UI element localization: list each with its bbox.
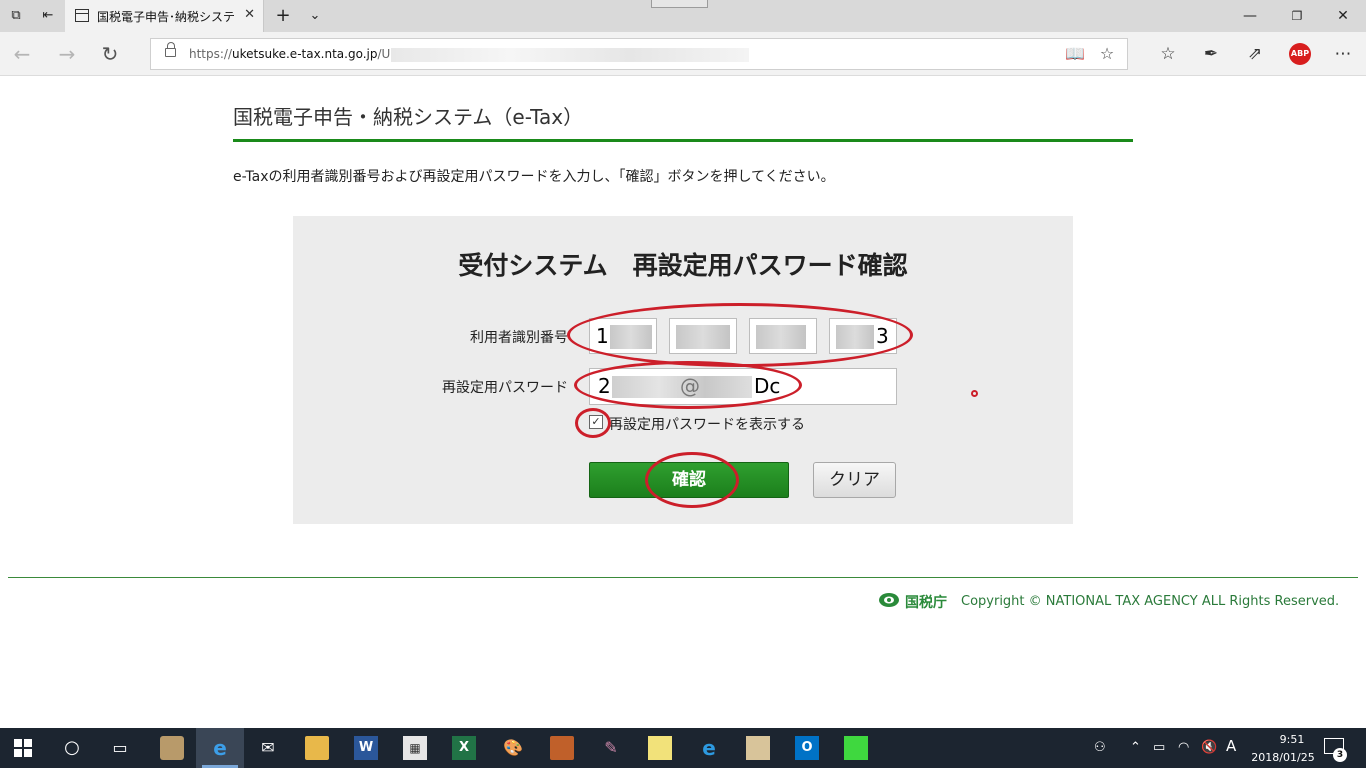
agency-name: 国税庁: [905, 595, 947, 611]
show-password-checkbox[interactable]: ✓: [589, 415, 603, 429]
user-id-field-2[interactable]: [669, 318, 737, 354]
store-icon[interactable]: ▦: [403, 736, 427, 760]
excel-icon[interactable]: X: [452, 736, 476, 760]
navigation-bar: ← → ↻ https://uketsuke.e-tax.nta.go.jp/U…: [0, 32, 1366, 76]
battery-icon[interactable]: ▭: [1153, 740, 1165, 755]
address-bar[interactable]: https://uketsuke.e-tax.nta.go.jp/UF_ 📖 ☆: [150, 38, 1128, 70]
notification-count-badge: 3: [1333, 748, 1347, 762]
url-redacted-mask: [391, 48, 749, 62]
close-icon[interactable]: ✕: [244, 7, 255, 22]
file-explorer-icon[interactable]: [305, 736, 329, 760]
user-id-field-1[interactable]: 1: [589, 318, 657, 354]
password-label: 再設定用パスワード: [442, 380, 568, 396]
task-view-icon[interactable]: ▭: [108, 736, 132, 760]
reading-view-icon[interactable]: 📖: [1065, 44, 1085, 64]
agency-logo-icon: [879, 593, 899, 607]
url-text: https://uketsuke.e-tax.nta.go.jp/UF_: [189, 47, 403, 61]
page-title: 国税電子申告・納税システム（e-Tax）: [233, 105, 584, 129]
outlook-icon[interactable]: O: [795, 736, 819, 760]
clock-time[interactable]: 9:51: [1263, 733, 1321, 746]
show-hidden-icons-chevron-icon[interactable]: ⌃: [1130, 740, 1141, 755]
window-close-icon[interactable]: ✕: [1333, 6, 1353, 26]
minimize-icon[interactable]: —: [1240, 6, 1260, 26]
adblock-plus-icon[interactable]: ABP: [1289, 43, 1311, 65]
tab-list-icon[interactable]: ⧉: [6, 6, 26, 26]
taskbar-app-icon-3[interactable]: [844, 736, 868, 760]
lock-icon: [165, 42, 176, 57]
favorite-star-icon[interactable]: ☆: [1097, 44, 1117, 64]
word-icon[interactable]: W: [354, 736, 378, 760]
annotation-dot: [971, 390, 978, 397]
tab-title: 国税電子申告･納税システ: [97, 10, 236, 24]
footer-divider: [8, 577, 1358, 578]
heading-divider: [233, 139, 1133, 142]
form-title: 受付システム 再設定用パスワード確認: [458, 251, 908, 280]
clock-date[interactable]: 2018/01/25: [1245, 751, 1321, 764]
set-aside-tabs-icon[interactable]: ⇤: [38, 6, 58, 26]
mail-icon[interactable]: ✉: [256, 736, 280, 760]
sticky-notes-icon[interactable]: [648, 736, 672, 760]
drag-handle[interactable]: [651, 0, 708, 8]
instruction-text: e-Taxの利用者識別番号および再設定用パスワードを入力し、「確認」ボタンを押し…: [233, 169, 835, 185]
user-id-label: 利用者識別番号: [470, 330, 568, 346]
taskbar-app-icon-2[interactable]: [746, 736, 770, 760]
volume-muted-icon[interactable]: 🔇: [1201, 740, 1217, 755]
ime-indicator[interactable]: A: [1226, 737, 1236, 755]
taskbar-app-icon-1[interactable]: [160, 736, 184, 760]
web-note-pen-icon[interactable]: ✒: [1200, 43, 1222, 65]
page-favicon-icon: [75, 9, 89, 22]
favorites-hub-icon[interactable]: ☆: [1157, 43, 1179, 65]
people-icon[interactable]: ⚇: [1094, 740, 1106, 755]
internet-explorer-icon[interactable]: e: [697, 736, 721, 760]
user-id-field-4[interactable]: 3: [829, 318, 897, 354]
paint-icon[interactable]: 🎨: [501, 736, 525, 760]
edge-browser-icon[interactable]: e: [208, 736, 232, 760]
more-options-icon[interactable]: ⋯: [1332, 43, 1354, 65]
restore-icon[interactable]: ❐: [1287, 6, 1307, 26]
password-input[interactable]: 2 @ Dc: [589, 368, 897, 405]
windows-start-icon[interactable]: [14, 739, 32, 757]
copyright-text: Copyright © NATIONAL TAX AGENCY ALL Righ…: [961, 594, 1340, 609]
confirm-button[interactable]: 確認: [589, 462, 789, 498]
refresh-icon[interactable]: ↻: [98, 42, 122, 66]
new-tab-icon[interactable]: +: [273, 6, 293, 26]
show-password-label: 再設定用パスワードを表示する: [609, 417, 805, 433]
clear-button[interactable]: クリア: [813, 462, 896, 498]
chevron-down-icon[interactable]: ⌄: [305, 6, 325, 26]
paint3d-icon[interactable]: ✎: [599, 736, 623, 760]
user-id-field-3[interactable]: [749, 318, 817, 354]
forward-arrow-icon[interactable]: →: [55, 42, 79, 66]
share-icon[interactable]: ⇗: [1244, 43, 1266, 65]
tab-bar: ⧉ ⇤ 国税電子申告･納税システ ✕ + ⌄ — ❐ ✕: [0, 0, 1366, 32]
cortana-search-icon[interactable]: ○: [60, 736, 84, 760]
back-arrow-icon[interactable]: ←: [10, 42, 34, 66]
wifi-icon[interactable]: ◠: [1178, 740, 1189, 755]
tab-etax[interactable]: 国税電子申告･納税システ ✕: [65, 0, 264, 32]
toolbox-icon[interactable]: [550, 736, 574, 760]
